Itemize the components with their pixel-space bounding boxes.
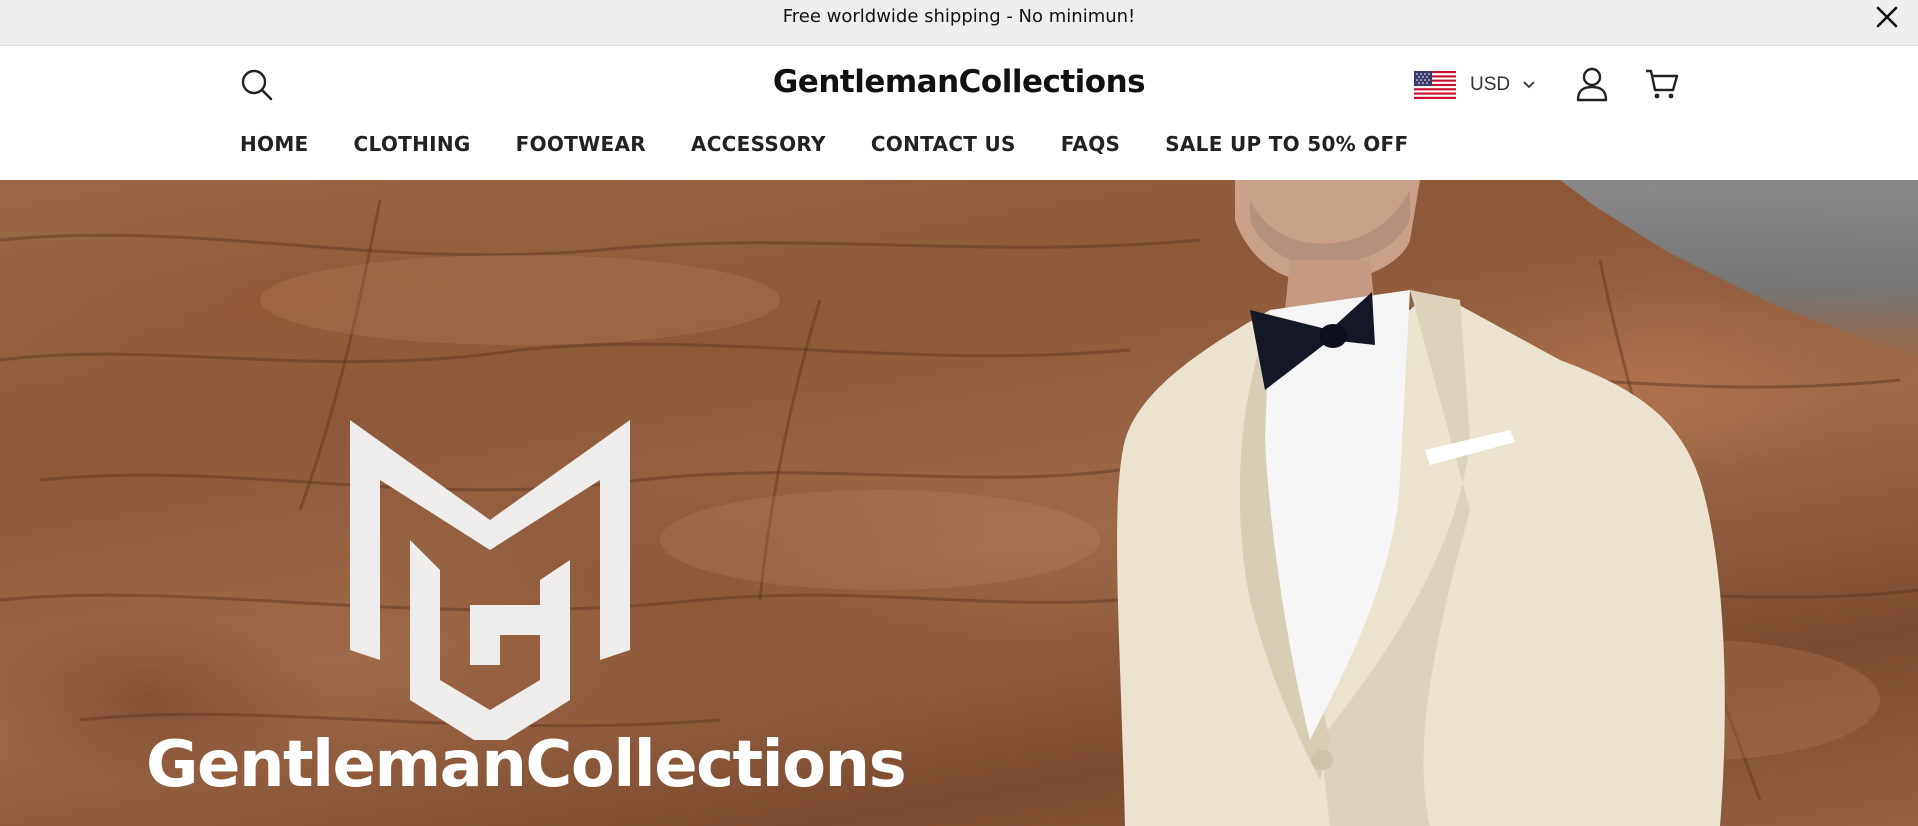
chevron-down-icon	[1523, 81, 1535, 89]
currency-code: USD	[1470, 74, 1511, 95]
gm-monogram-logo	[350, 420, 630, 740]
user-icon[interactable]	[1574, 66, 1610, 102]
announcement-bar: Free worldwide shipping - No minimun!	[0, 0, 1918, 46]
nav-item-footwear[interactable]: FOOTWEAR	[516, 132, 646, 156]
nav-item-contact-us[interactable]: CONTACT US	[871, 132, 1016, 156]
brand-logo-text[interactable]: GentlemanCollections	[0, 64, 1918, 100]
currency-selector[interactable]: USD	[1414, 70, 1536, 100]
site-header: GentlemanCollections USD HOME CLOTHING F…	[0, 46, 1918, 180]
nav-item-home[interactable]: HOME	[240, 132, 309, 156]
nav-item-sale[interactable]: SALE UP TO 50% OFF	[1165, 132, 1408, 156]
nav-item-clothing[interactable]: CLOTHING	[354, 132, 471, 156]
announcement-text: Free worldwide shipping - No minimun!	[782, 6, 1136, 27]
close-icon[interactable]	[1874, 4, 1900, 30]
us-flag-icon	[1414, 71, 1456, 99]
hero-brand-text: GentlemanCollections	[146, 728, 907, 802]
hero-banner[interactable]: GentlemanCollections	[0, 180, 1918, 826]
nav-item-faqs[interactable]: FAQS	[1061, 132, 1120, 156]
nav-item-accessory[interactable]: ACCESSORY	[691, 132, 826, 156]
main-nav: HOME CLOTHING FOOTWEAR ACCESSORY CONTACT…	[240, 132, 1453, 156]
cart-icon[interactable]	[1644, 66, 1680, 102]
